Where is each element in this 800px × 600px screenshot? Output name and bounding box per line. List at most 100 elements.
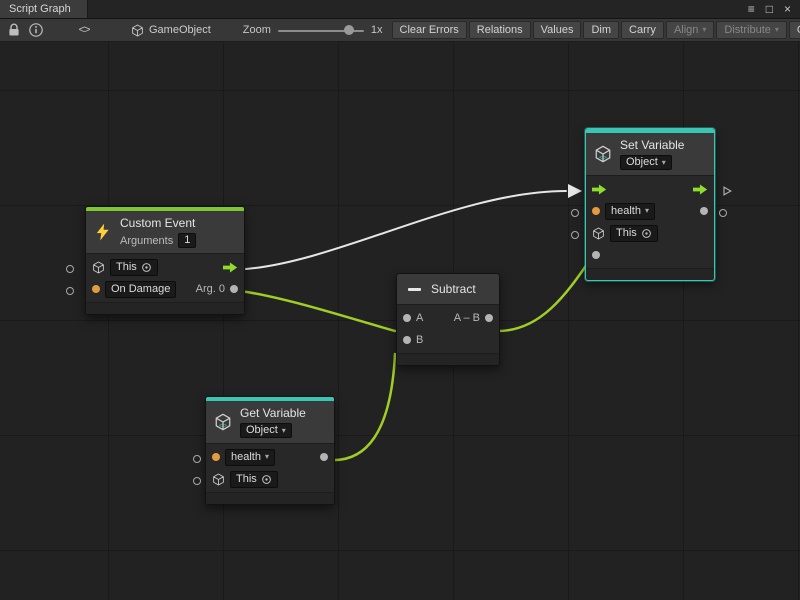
flow-wire[interactable] — [246, 191, 566, 269]
event-name-port[interactable] — [92, 285, 100, 293]
chevron-down-icon: ▾ — [702, 26, 706, 34]
zoom-slider-knob[interactable] — [344, 25, 354, 35]
chevron-down-icon: ▾ — [265, 453, 269, 461]
variable-name-value: health — [611, 205, 641, 218]
graph-toolbar: <> GameObject Zoom 1x Clear Errors Relat… — [0, 19, 800, 42]
variable-cube-icon: <> — [592, 144, 614, 164]
node-header: Subtract — [397, 274, 499, 304]
zoom-slider[interactable] — [278, 21, 364, 40]
target-picker-icon[interactable] — [641, 228, 652, 239]
tab-label: Script Graph — [9, 3, 71, 15]
values-label: Values — [541, 24, 574, 36]
port-row: health ▾ — [206, 446, 334, 468]
gameobject-target[interactable]: GameObject — [131, 24, 211, 37]
result-port[interactable] — [485, 314, 493, 322]
event-name-value: On Damage — [111, 283, 170, 296]
external-port[interactable] — [193, 455, 201, 463]
port-row — [586, 244, 714, 266]
relations-button[interactable]: Relations — [469, 21, 531, 39]
variable-kind-dropdown[interactable]: Object ▾ — [620, 155, 672, 170]
external-port[interactable] — [66, 265, 74, 273]
lock-button[interactable] — [3, 21, 25, 40]
arg0-to-a-wire[interactable] — [240, 291, 395, 331]
menu-icon[interactable]: ≡ — [748, 3, 755, 15]
node-title: Set Variable — [620, 138, 684, 152]
tab-script-graph[interactable]: Script Graph — [0, 0, 88, 18]
tab-bar: Script Graph ≡ □ × — [0, 0, 800, 19]
flow-out-port[interactable] — [693, 184, 708, 195]
svg-text:<>: <> — [599, 155, 607, 162]
variable-name-port[interactable] — [212, 453, 220, 461]
values-button[interactable]: Values — [533, 21, 582, 39]
node-title: Get Variable — [240, 406, 306, 420]
input-a-port[interactable] — [403, 314, 411, 322]
external-port[interactable] — [571, 231, 579, 239]
node-set-variable[interactable]: <> Set Variable Object ▾ — [585, 128, 715, 281]
variable-kind-value: Object — [626, 156, 658, 169]
arguments-value: 1 — [184, 234, 190, 247]
dim-button[interactable]: Dim — [583, 21, 619, 39]
arguments-label: Arguments — [120, 235, 173, 247]
node-title: Subtract — [431, 282, 476, 296]
external-port[interactable] — [719, 209, 727, 217]
carry-button[interactable]: Carry — [621, 21, 664, 39]
maximize-icon[interactable]: □ — [766, 3, 773, 15]
flow-out-port[interactable] — [223, 262, 238, 273]
new-value-input-port[interactable] — [592, 251, 600, 259]
node-get-variable[interactable]: <> Get Variable Object ▾ — [205, 396, 335, 505]
graph-canvas[interactable]: Custom Event Arguments 1 This — [0, 43, 800, 600]
variable-name-value: health — [231, 451, 261, 464]
overview-button[interactable]: Overv — [789, 21, 800, 39]
gameobject-icon — [131, 24, 144, 37]
target-picker-icon[interactable] — [141, 262, 152, 273]
clear-errors-button[interactable]: Clear Errors — [392, 21, 467, 39]
variable-kind-dropdown[interactable]: Object ▾ — [240, 423, 292, 438]
port-row: health ▾ — [586, 200, 714, 222]
output-value-port[interactable] — [700, 207, 708, 215]
target-field[interactable]: This — [230, 471, 278, 488]
health-to-b-wire[interactable] — [330, 354, 395, 460]
dim-label: Dim — [591, 24, 611, 36]
zoom-value: 1x — [371, 24, 383, 36]
target-value: This — [236, 473, 257, 486]
target-field[interactable]: This — [110, 259, 158, 276]
external-flow-port[interactable] — [722, 186, 732, 196]
arguments-input[interactable]: 1 — [178, 233, 196, 248]
output-label: A – B — [454, 312, 480, 324]
input-b-port[interactable] — [403, 336, 411, 344]
target-field[interactable]: This — [610, 225, 658, 242]
port-row: This — [86, 256, 244, 278]
relations-label: Relations — [477, 24, 523, 36]
node-body: A A – B B — [397, 304, 499, 353]
external-port[interactable] — [66, 287, 74, 295]
node-header: <> Set Variable Object ▾ — [586, 133, 714, 175]
close-icon[interactable]: × — [784, 3, 791, 15]
node-footer — [206, 492, 334, 504]
node-subtract[interactable]: Subtract A A – B B — [396, 273, 500, 366]
node-footer — [86, 302, 244, 314]
target-picker-icon[interactable] — [261, 474, 272, 485]
node-footer — [586, 268, 714, 280]
variable-name-dropdown[interactable]: health ▾ — [225, 449, 275, 466]
align-label: Align — [674, 24, 698, 36]
code-view-button[interactable]: <> — [73, 21, 95, 40]
node-custom-event[interactable]: Custom Event Arguments 1 This — [85, 206, 245, 315]
arg-output-port[interactable] — [230, 285, 238, 293]
variable-name-port[interactable] — [592, 207, 600, 215]
code-icon: <> — [79, 24, 90, 36]
info-button[interactable] — [25, 21, 47, 40]
variable-name-dropdown[interactable]: health ▾ — [605, 203, 655, 220]
distribute-label: Distribute — [724, 24, 770, 36]
event-name-field[interactable]: On Damage — [105, 281, 176, 298]
result-to-value-wire[interactable] — [496, 257, 592, 331]
flow-in-port[interactable] — [592, 184, 607, 195]
value-output-port[interactable] — [320, 453, 328, 461]
info-icon — [28, 22, 44, 38]
gameobject-label: GameObject — [149, 24, 211, 36]
external-port[interactable] — [193, 477, 201, 485]
distribute-button[interactable]: Distribute ▾ — [716, 21, 786, 39]
align-button[interactable]: Align ▾ — [666, 21, 714, 39]
gameobject-icon — [212, 473, 225, 486]
flow-wire-arrowhead — [568, 184, 582, 198]
external-port[interactable] — [571, 209, 579, 217]
